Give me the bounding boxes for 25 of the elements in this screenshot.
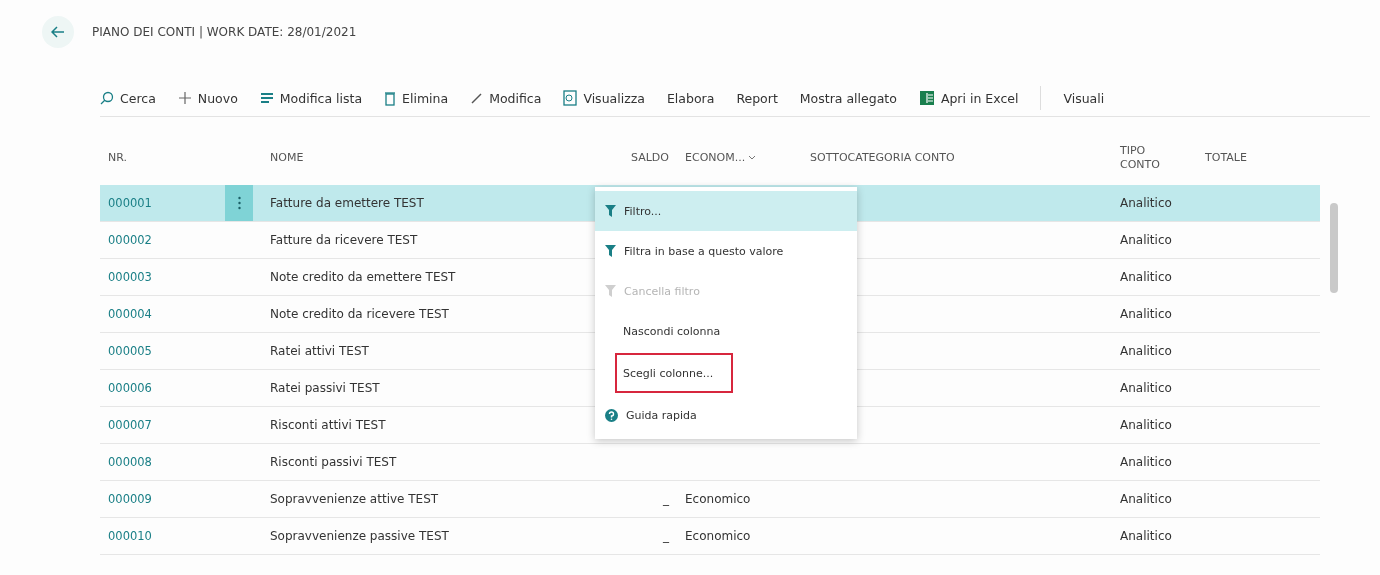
table-cell-text: Economico xyxy=(684,492,752,506)
table-cell-text: Note credito da emettere TEST xyxy=(269,270,457,284)
table-cell-text: _ xyxy=(662,529,670,543)
table-cell-text: Analitico xyxy=(1120,381,1173,395)
table-cell-text: Analitico xyxy=(1120,418,1173,432)
page-title: PIANO DEI CONTI | WORK DATE: 28/01/2021 xyxy=(92,25,357,39)
table-cell-text: Analitico xyxy=(1120,270,1173,284)
table-cell-text: Risconti attivi TEST xyxy=(269,418,387,432)
table-cell-text: Sopravvenienze passive TEST xyxy=(269,529,450,543)
table-cell-text: Analitico xyxy=(1120,492,1173,506)
table-cell-text: Economico xyxy=(684,529,752,543)
table-cell-text: _ xyxy=(662,492,670,506)
table-cell-text: Ratei attivi TEST xyxy=(269,344,370,358)
table-cell-text: Note credito da ricevere TEST xyxy=(269,307,450,321)
table-cell-text: Analitico xyxy=(1120,529,1173,543)
table-cell-text: Ratei passivi TEST xyxy=(269,381,381,395)
table-cell-text: Analitico xyxy=(1120,233,1173,247)
table-cell-text: Fatture da ricevere TEST xyxy=(269,233,419,247)
table-cell-text: Analitico xyxy=(1120,344,1173,358)
table-cell-text: Risconti passivi TEST xyxy=(269,455,398,469)
table-cell-text: Fatture da emettere TEST xyxy=(269,196,425,210)
table-cell-text: Analitico xyxy=(1120,196,1173,210)
table-cell-text: Analitico xyxy=(1120,307,1173,321)
table-cell-text: Sopravvenienze attive TEST xyxy=(269,492,440,506)
table-cell-text: Analitico xyxy=(1120,455,1173,469)
